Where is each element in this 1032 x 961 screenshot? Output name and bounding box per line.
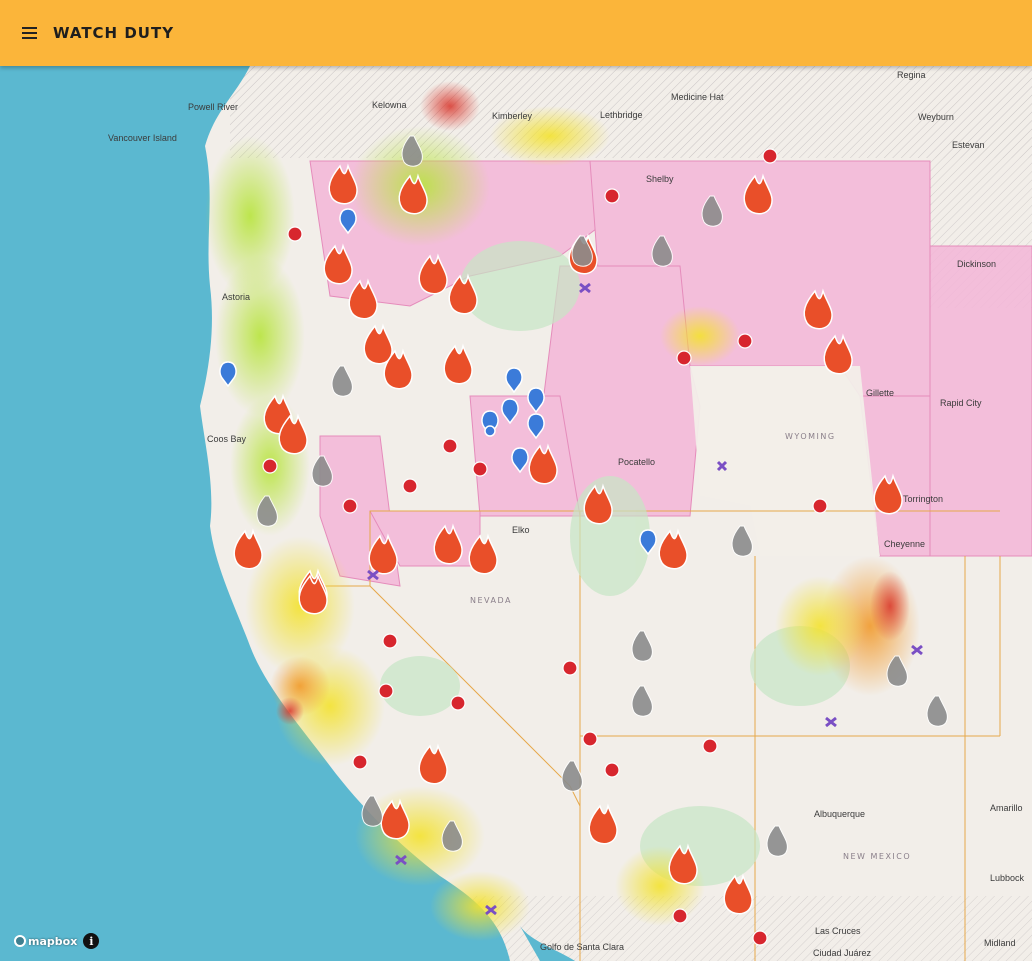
city-label: Cheyenne xyxy=(884,539,925,549)
city-label: Weyburn xyxy=(918,112,954,122)
city-label: Ciudad Juárez xyxy=(813,948,872,958)
city-label: Vancouver Island xyxy=(108,133,177,143)
app-title: WATCH DUTY xyxy=(53,24,175,42)
city-label: Pocatello xyxy=(618,457,655,467)
state-label: NEW MEXICO xyxy=(843,852,911,861)
info-icon[interactable]: i xyxy=(83,933,100,949)
city-label: Gillette xyxy=(866,388,894,398)
city-label: Powell River xyxy=(188,102,238,112)
city-label: Lubbock xyxy=(990,873,1025,883)
mapbox-logo-icon xyxy=(14,935,26,947)
city-label: Estevan xyxy=(952,140,985,150)
city-label: Astoria xyxy=(222,292,250,302)
hamburger-menu-icon xyxy=(21,32,37,34)
state-label: WYOMING xyxy=(785,432,836,441)
mapbox-logo-text: mapbox xyxy=(28,934,78,948)
city-label: Dickinson xyxy=(957,259,996,269)
app-header: WATCH DUTY xyxy=(0,0,1032,66)
city-label: Torrington xyxy=(903,494,943,504)
city-label: Albuquerque xyxy=(814,809,865,819)
city-label: Las Cruces xyxy=(815,926,861,936)
city-label: Kelowna xyxy=(372,100,407,110)
city-label: Regina xyxy=(897,70,926,80)
city-label: Kimberley xyxy=(492,111,533,121)
city-label: Shelby xyxy=(646,174,674,184)
map-canvas[interactable]: Powell River Kelowna Kimberley Lethbridg… xyxy=(0,66,1032,961)
city-label: Medicine Hat xyxy=(671,92,724,102)
menu-button[interactable] xyxy=(9,13,49,53)
map-svg[interactable]: Powell River Kelowna Kimberley Lethbridg… xyxy=(0,66,1032,961)
city-label: Rapid City xyxy=(940,398,982,408)
city-label: Amarillo xyxy=(990,803,1023,813)
mapbox-logo[interactable]: mapbox xyxy=(14,935,77,948)
city-label: Coos Bay xyxy=(207,434,247,444)
map-attribution: mapbox i xyxy=(14,933,100,949)
city-label: Midland xyxy=(984,938,1016,948)
city-label: Golfo de Santa Clara xyxy=(540,942,624,952)
state-label: NEVADA xyxy=(470,596,512,605)
city-label: Elko xyxy=(512,525,530,535)
city-label: Lethbridge xyxy=(600,110,643,120)
